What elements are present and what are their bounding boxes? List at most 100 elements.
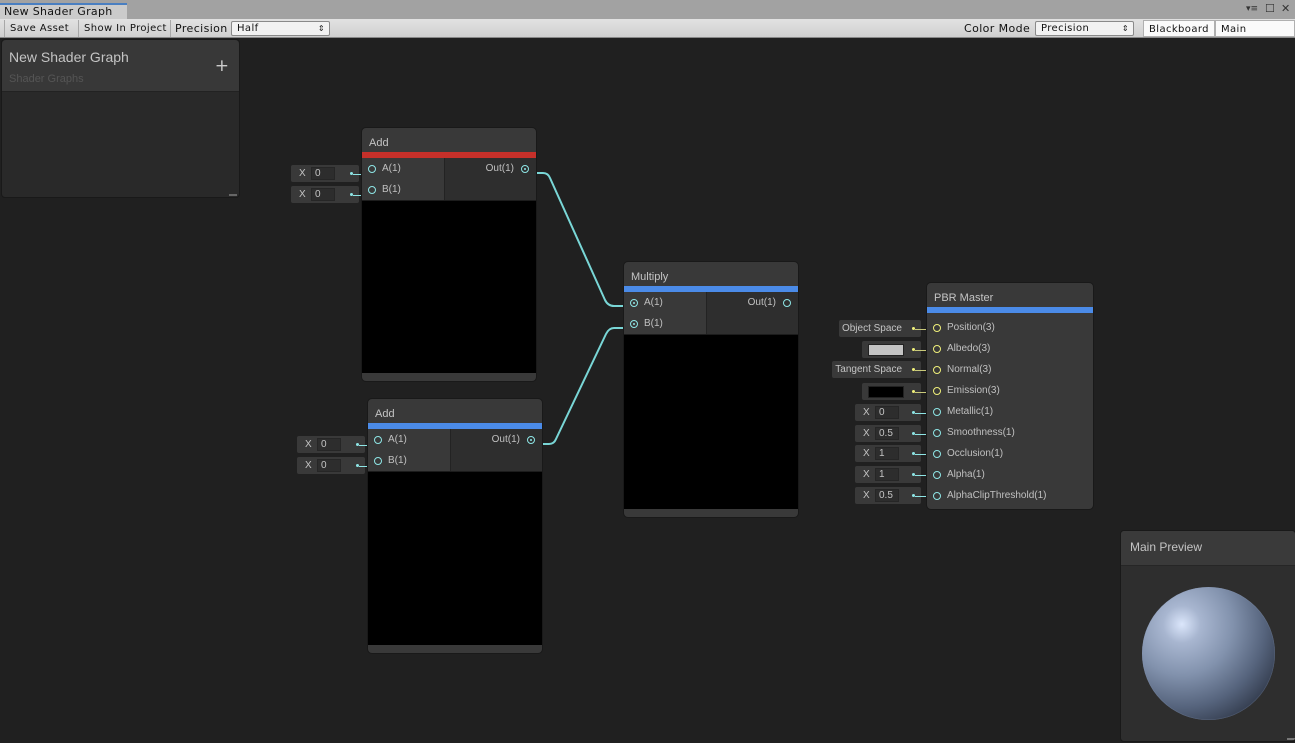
node-title: Add <box>369 137 389 149</box>
show-in-project-button[interactable]: Show In Project <box>78 20 172 37</box>
add-node-2[interactable]: Add A(1) B(1) Out(1) <box>367 398 543 654</box>
value-field[interactable]: 0.5 <box>875 489 899 502</box>
pbr-position-space-dropdown[interactable]: Object Space <box>839 320 921 337</box>
precision-dropdown[interactable]: Half ⇕ <box>231 21 330 36</box>
port-label: Out(1) <box>747 297 776 308</box>
edge-add1-to-multiply-a <box>530 172 628 307</box>
port-label: Out(1) <box>485 163 514 174</box>
input-port-emission[interactable]: Emission(3) <box>927 380 1093 401</box>
input-port-position[interactable]: Position(3) <box>927 317 1093 338</box>
input-port-alpha-clip-threshold[interactable]: AlphaClipThreshold(1) <box>927 485 1093 506</box>
port-icon <box>933 345 941 353</box>
preview-sphere[interactable] <box>1142 587 1275 720</box>
output-port-out[interactable]: Out(1) <box>445 158 536 179</box>
port-icon <box>933 387 941 395</box>
node-ports: A(1) B(1) Out(1) <box>368 429 542 472</box>
port-label: Out(1) <box>491 434 520 445</box>
space-value: Object Space <box>841 323 902 334</box>
resize-handle[interactable] <box>1287 738 1295 740</box>
pbr-emission-color-field[interactable] <box>862 383 921 400</box>
input-port-b[interactable]: B(1) <box>624 313 706 334</box>
pbr-albedo-color-field[interactable] <box>862 341 921 358</box>
save-asset-button[interactable]: Save Asset <box>4 20 74 37</box>
node-title: Multiply <box>631 271 669 283</box>
main-preview-title: Main Preview <box>1121 531 1295 566</box>
port-label: Occlusion(1) <box>947 448 1004 459</box>
port-icon <box>933 492 941 500</box>
node-title: Add <box>375 408 395 420</box>
port-icon <box>374 457 382 465</box>
input-port-a[interactable]: A(1) <box>624 292 706 313</box>
axis-label: X <box>305 439 312 450</box>
precision-label: Precision <box>170 20 228 37</box>
input-port-occlusion[interactable]: Occlusion(1) <box>927 443 1093 464</box>
precision-value: Half <box>237 23 259 34</box>
port-icon <box>527 436 535 444</box>
emission-color-swatch[interactable] <box>868 386 904 398</box>
pbr-normal-space-dropdown[interactable]: Tangent Space <box>832 361 921 378</box>
pbr-alpha-field[interactable]: X 1 <box>855 466 921 483</box>
axis-label: X <box>863 448 870 459</box>
toolbar: Save Asset Show In Project Precision Hal… <box>0 19 1295 52</box>
tab-new-shader-graph[interactable]: New Shader Graph <box>0 3 127 19</box>
input-port-a[interactable]: A(1) <box>368 429 450 450</box>
add-node-1[interactable]: Add A(1) B(1) Out(1) <box>361 127 537 382</box>
color-mode-value: Precision <box>1041 23 1090 34</box>
node-preview <box>624 335 798 509</box>
pbr-metallic-field[interactable]: X 0 <box>855 404 921 421</box>
add2-input-a-field[interactable]: X 0 <box>297 436 365 453</box>
input-port-a[interactable]: A(1) <box>362 158 444 179</box>
value-field[interactable]: 0 <box>317 438 341 451</box>
multiply-node[interactable]: Multiply A(1) B(1) Out(1) <box>623 261 799 518</box>
input-port-albedo[interactable]: Albedo(3) <box>927 338 1093 359</box>
add1-input-a-field[interactable]: X 0 <box>291 165 359 182</box>
node-preview <box>362 201 536 373</box>
port-label: A(1) <box>382 163 401 174</box>
input-port-b[interactable]: B(1) <box>368 450 450 471</box>
graph-canvas[interactable]: New Shader Graph Shader Graphs + X 0 X 0… <box>0 38 1295 743</box>
input-port-b[interactable]: B(1) <box>362 179 444 200</box>
port-label: Alpha(1) <box>947 469 985 480</box>
maximize-icon[interactable]: ☐ <box>1265 3 1275 15</box>
color-mode-label: Color Mode <box>964 22 1031 35</box>
axis-label: X <box>863 469 870 480</box>
port-label: Smoothness(1) <box>947 427 1015 438</box>
port-label: AlphaClipThreshold(1) <box>947 490 1047 501</box>
port-icon <box>374 436 382 444</box>
output-port-out[interactable]: Out(1) <box>707 292 798 313</box>
window-menu-icon[interactable]: ▾≡ <box>1246 3 1258 15</box>
dropdown-arrow-icon: ⇕ <box>317 24 325 33</box>
output-port-out[interactable]: Out(1) <box>451 429 542 450</box>
main-preview-toggle-button[interactable]: Main Preview <box>1215 20 1295 52</box>
pbr-smoothness-field[interactable]: X 0.5 <box>855 425 921 442</box>
albedo-color-swatch[interactable] <box>868 344 904 356</box>
add2-input-b-field[interactable]: X 0 <box>297 457 365 474</box>
input-port-metallic[interactable]: Metallic(1) <box>927 401 1093 422</box>
value-field[interactable]: 1 <box>875 468 899 481</box>
add1-input-b-field[interactable]: X 0 <box>291 186 359 203</box>
blackboard-toggle-button[interactable]: Blackboard <box>1143 20 1215 37</box>
pbr-occlusion-field[interactable]: X 1 <box>855 445 921 462</box>
node-ports: A(1) B(1) Out(1) <box>362 158 536 201</box>
axis-label: X <box>299 168 306 179</box>
pbr-master-node[interactable]: PBR Master Position(3) Albedo(3) Normal(… <box>926 282 1094 510</box>
port-label: Metallic(1) <box>947 406 994 417</box>
input-port-smoothness[interactable]: Smoothness(1) <box>927 422 1093 443</box>
value-field[interactable]: 0 <box>317 459 341 472</box>
value-field[interactable]: 0 <box>311 188 335 201</box>
dropdown-arrow-icon: ⇕ <box>1121 24 1129 33</box>
pbr-alpha-clip-threshold-field[interactable]: X 0.5 <box>855 487 921 504</box>
value-field[interactable]: 0.5 <box>875 427 899 440</box>
input-port-normal[interactable]: Normal(3) <box>927 359 1093 380</box>
port-icon <box>933 429 941 437</box>
value-field[interactable]: 0 <box>311 167 335 180</box>
value-field[interactable]: 1 <box>875 447 899 460</box>
port-icon <box>368 165 376 173</box>
axis-label: X <box>863 490 870 501</box>
value-field[interactable]: 0 <box>875 406 899 419</box>
port-label: A(1) <box>644 297 663 308</box>
main-preview-panel[interactable]: Main Preview <box>1120 530 1295 742</box>
color-mode-dropdown[interactable]: Precision ⇕ <box>1035 21 1134 36</box>
close-icon[interactable]: ✕ <box>1281 3 1290 15</box>
input-port-alpha[interactable]: Alpha(1) <box>927 464 1093 485</box>
